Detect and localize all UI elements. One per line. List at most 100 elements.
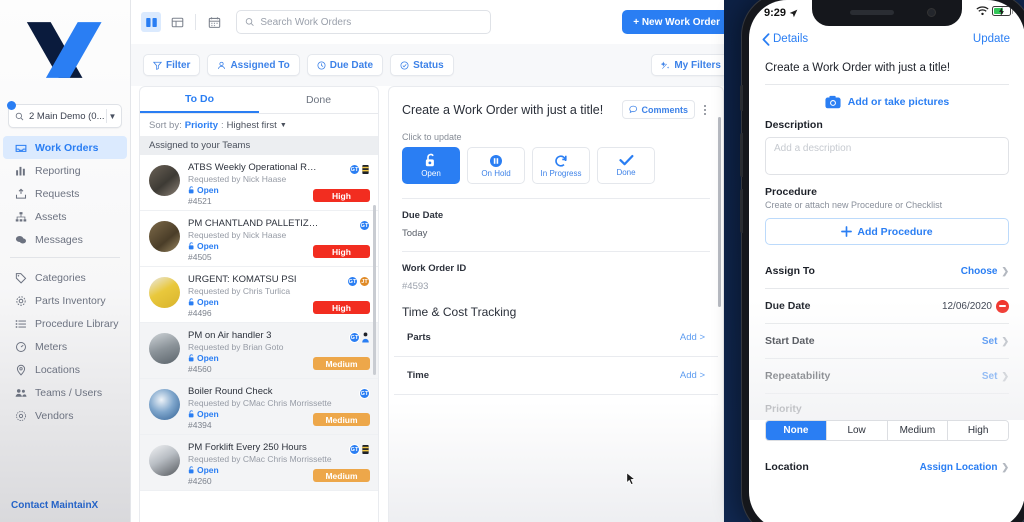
more-options-icon[interactable] bbox=[698, 104, 712, 115]
update-button[interactable]: Update bbox=[973, 33, 1010, 45]
location-arrow-icon bbox=[789, 9, 798, 17]
due-date-row[interactable]: Due Date 12/06/2020 bbox=[749, 289, 1024, 323]
description-field[interactable]: Add a description bbox=[765, 137, 1009, 175]
status-option-in-progress[interactable]: In Progress bbox=[532, 147, 590, 184]
tab-done[interactable]: Done bbox=[259, 87, 378, 113]
sort-control[interactable]: Sort by: Priority: Highest first ▼ bbox=[140, 114, 378, 136]
location-value[interactable]: Assign Location ❯ bbox=[920, 462, 1009, 473]
add-parts-button[interactable]: Add > bbox=[680, 332, 705, 343]
calendar-view-toggle[interactable] bbox=[204, 12, 224, 32]
sidebar-item-teams-users[interactable]: Teams / Users bbox=[3, 381, 127, 404]
sidebar-item-locations[interactable]: Locations bbox=[3, 358, 127, 381]
vendor-icon bbox=[14, 409, 27, 422]
priority-option-high[interactable]: High bbox=[948, 421, 1008, 440]
filter-chip[interactable]: Filter bbox=[143, 54, 201, 76]
sidebar-item-label: Vendors bbox=[35, 409, 74, 422]
location-row[interactable]: Location Assign Location ❯ bbox=[749, 450, 1024, 484]
new-work-order-button[interactable]: + New Work Order bbox=[622, 10, 731, 34]
phone-volume-down-button bbox=[740, 189, 743, 233]
table-row[interactable]: PM Forklift Every 250 Hours Requested by… bbox=[140, 435, 378, 491]
sidebar-item-reporting[interactable]: Reporting bbox=[3, 159, 127, 182]
table-row[interactable]: ATBS Weekly Operational Round F... Reque… bbox=[140, 155, 378, 211]
time-row: Time Add > bbox=[394, 357, 718, 395]
org-selector[interactable]: 2 Main Demo (0... ▼ bbox=[7, 101, 122, 128]
assign-to-value[interactable]: Choose ❯ bbox=[961, 266, 1009, 277]
due-date-label: Due Date bbox=[402, 210, 444, 221]
status-option-label: In Progress bbox=[540, 168, 582, 178]
due-date-chip[interactable]: Due Date bbox=[306, 54, 384, 76]
check-icon bbox=[618, 154, 633, 166]
start-date-value[interactable]: Set ❯ bbox=[982, 336, 1009, 347]
priority-option-medium[interactable]: Medium bbox=[887, 421, 949, 440]
chat-bubble-icon bbox=[14, 233, 27, 246]
status-option-on-hold[interactable]: On Hold bbox=[467, 147, 525, 184]
table-row[interactable]: URGENT: KOMATSU PSI Requested by Chris T… bbox=[140, 267, 378, 323]
due-date-field: Due Date Today bbox=[389, 199, 723, 239]
sidebar-item-parts-inventory[interactable]: Parts Inventory bbox=[3, 289, 127, 312]
search-bar[interactable] bbox=[236, 10, 491, 34]
phone-work-order-title[interactable]: Create a Work Order with just a title! bbox=[749, 52, 1024, 84]
repeatability-value[interactable]: Set ❯ bbox=[982, 371, 1009, 382]
asset-mini-icon bbox=[362, 165, 369, 174]
due-date-value[interactable]: 12/06/2020 bbox=[942, 299, 1009, 313]
sidebar-item-procedure-library[interactable]: Procedure Library bbox=[3, 312, 127, 335]
comments-button[interactable]: Comments bbox=[622, 100, 695, 119]
status-chip[interactable]: Status bbox=[390, 54, 454, 76]
add-procedure-button[interactable]: Add Procedure bbox=[765, 218, 1009, 245]
sidebar-item-label: Reporting bbox=[35, 164, 81, 177]
sidebar-item-requests[interactable]: Requests bbox=[3, 182, 127, 205]
add-pictures-button[interactable]: Add or take pictures bbox=[749, 85, 1024, 119]
avatar bbox=[149, 277, 180, 308]
people-icon bbox=[14, 386, 27, 399]
sidebar-item-vendors[interactable]: Vendors bbox=[3, 404, 127, 427]
chevron-left-icon bbox=[762, 32, 770, 46]
priority-option-none[interactable]: None bbox=[766, 421, 827, 440]
unlock-icon bbox=[188, 186, 194, 194]
table-row[interactable]: PM on Air handler 3 Requested by Brian G… bbox=[140, 323, 378, 379]
status-selector: Open On Hold In Progress Done bbox=[389, 147, 723, 184]
table-row[interactable]: Boiler Round Check Requested by CMac Chr… bbox=[140, 379, 378, 435]
priority-label: Priority bbox=[765, 403, 802, 415]
table-row[interactable]: PM CHANTLAND PALLETIZER BI-W... Requeste… bbox=[140, 211, 378, 267]
status-option-done[interactable]: Done bbox=[597, 147, 655, 184]
plus-icon bbox=[841, 226, 853, 237]
sidebar-item-messages[interactable]: Messages bbox=[3, 228, 127, 251]
sidebar-item-label: Requests bbox=[35, 187, 80, 200]
row-badges: GT bbox=[349, 164, 370, 175]
comment-icon bbox=[629, 105, 638, 114]
contact-maintainx-link[interactable]: Contact MaintainX bbox=[11, 500, 98, 511]
search-input[interactable] bbox=[260, 16, 482, 28]
list-scrollbar[interactable] bbox=[373, 205, 376, 375]
sidebar-item-work-orders[interactable]: Work Orders bbox=[3, 136, 127, 159]
split-view-toggle[interactable] bbox=[141, 12, 161, 32]
assigned-to-chip[interactable]: Assigned To bbox=[207, 54, 300, 76]
sidebar-item-assets[interactable]: Assets bbox=[3, 205, 127, 228]
back-button[interactable]: Details bbox=[762, 32, 808, 46]
status-label: Open bbox=[197, 297, 219, 307]
status-chip-label: Status bbox=[413, 59, 444, 71]
chevron-down-icon[interactable]: ▼ bbox=[107, 112, 118, 121]
sidebar-item-meters[interactable]: Meters bbox=[3, 335, 127, 358]
sidebar-item-label: Parts Inventory bbox=[35, 294, 106, 307]
detail-scrollbar[interactable] bbox=[718, 117, 721, 307]
start-date-row[interactable]: Start Date Set ❯ bbox=[749, 324, 1024, 358]
start-date-label: Start Date bbox=[765, 335, 815, 347]
priority-option-low[interactable]: Low bbox=[826, 421, 888, 440]
charging-bolt-icon bbox=[999, 7, 1004, 17]
assign-to-row[interactable]: Assign To Choose ❯ bbox=[749, 254, 1024, 288]
tab-to-do[interactable]: To Do bbox=[140, 87, 259, 113]
toolbar-divider bbox=[195, 14, 196, 30]
avatar bbox=[149, 221, 180, 252]
work-order-detail-panel: Create a Work Order with just a title! C… bbox=[388, 86, 724, 522]
chevron-right-icon: ❯ bbox=[1001, 335, 1009, 346]
page-title: Create a Work Order with just a title! bbox=[402, 102, 604, 117]
status-option-open[interactable]: Open bbox=[402, 147, 460, 184]
table-view-toggle[interactable] bbox=[167, 12, 187, 32]
my-filters-button[interactable]: My Filters bbox=[651, 54, 731, 76]
due-date-value[interactable]: Today bbox=[402, 228, 710, 239]
description-label: Description bbox=[765, 119, 823, 131]
add-time-button[interactable]: Add > bbox=[680, 370, 705, 381]
sidebar-item-categories[interactable]: Categories bbox=[3, 266, 127, 289]
repeatability-row[interactable]: Repeatability Set ❯ bbox=[749, 359, 1024, 393]
remove-circle-icon[interactable] bbox=[996, 299, 1009, 313]
